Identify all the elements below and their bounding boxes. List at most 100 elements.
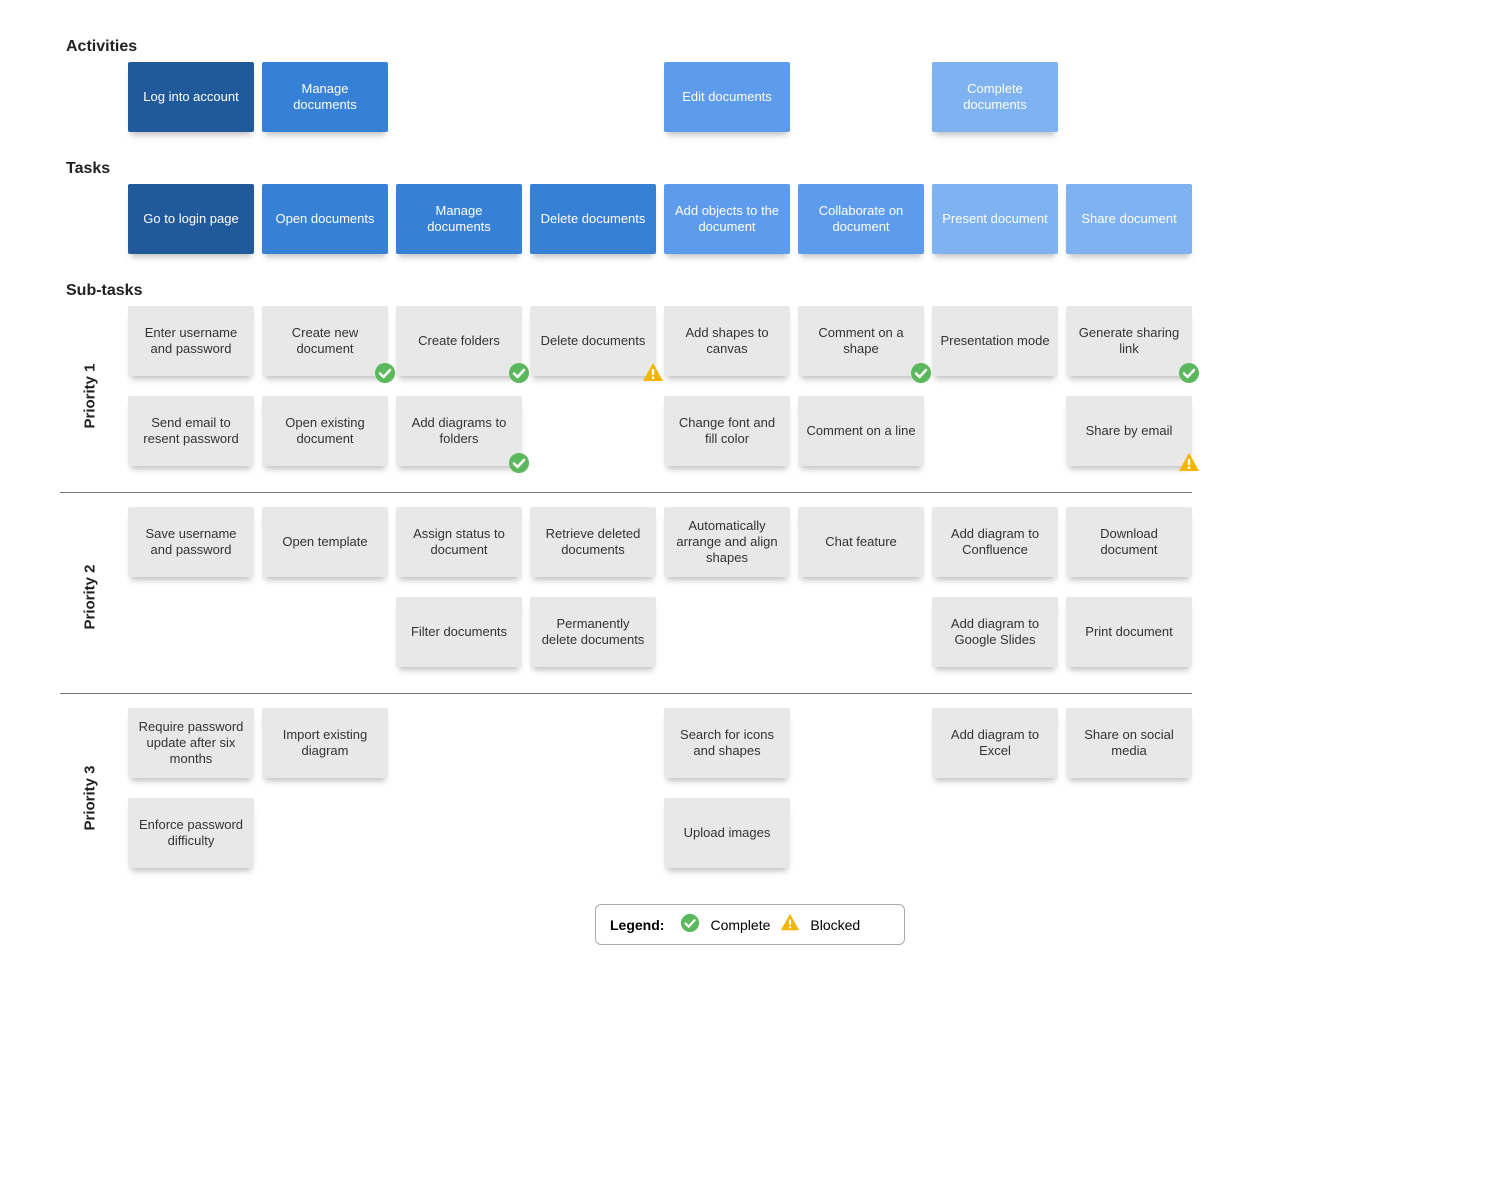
task-card-label: Present document	[942, 211, 1048, 227]
subtask-card-label: Create folders	[418, 333, 500, 349]
activity-card[interactable]: Log into account	[128, 62, 254, 132]
check-icon	[374, 362, 396, 384]
subtask-card[interactable]: Enter username and password	[128, 306, 254, 376]
activity-card	[396, 62, 522, 132]
subtask-card-label: Comment on a line	[806, 423, 915, 439]
subtask-card[interactable]: Open template	[262, 507, 388, 577]
check-icon	[508, 362, 530, 384]
subtask-card-label: Automatically arrange and align shapes	[672, 518, 782, 567]
subtask-card	[128, 597, 254, 667]
subtask-card	[1066, 798, 1192, 868]
subtask-card[interactable]: Add shapes to canvas	[664, 306, 790, 376]
check-icon	[680, 913, 700, 936]
subtask-card-label: Share by email	[1086, 423, 1173, 439]
task-card[interactable]: Share document	[1066, 184, 1192, 254]
priority2-label: Priority 2	[82, 564, 99, 629]
subtask-card-label: Require password update after six months	[136, 719, 246, 768]
subtask-card[interactable]: Share by email	[1066, 396, 1192, 466]
legend-box: Legend: Complete Blocked	[595, 904, 905, 945]
activity-card[interactable]: Complete documents	[932, 62, 1058, 132]
subtask-card[interactable]: Filter documents	[396, 597, 522, 667]
priority-divider-1	[60, 492, 1192, 493]
subtask-card[interactable]: Comment on a line	[798, 396, 924, 466]
subtask-card[interactable]: Create new document	[262, 306, 388, 376]
subtask-card-label: Save username and password	[136, 526, 246, 559]
subtask-card-label: Upload images	[684, 825, 771, 841]
subtask-card-label: Download document	[1074, 526, 1184, 559]
priority1-label: Priority 1	[82, 363, 99, 428]
tasks-row-spacer	[60, 184, 120, 274]
task-card[interactable]: Present document	[932, 184, 1058, 254]
activities-row-spacer	[60, 62, 120, 152]
subtask-card	[932, 798, 1058, 868]
task-card[interactable]: Open documents	[262, 184, 388, 254]
check-icon	[910, 362, 932, 384]
subtask-card[interactable]: Retrieve deleted documents	[530, 507, 656, 577]
subtask-card-label: Import existing diagram	[270, 727, 380, 760]
warning-icon	[1178, 452, 1200, 474]
subtask-card[interactable]: Comment on a shape	[798, 306, 924, 376]
subtask-card[interactable]: Save username and password	[128, 507, 254, 577]
subtask-card[interactable]: Enforce password difficulty	[128, 798, 254, 868]
subtask-card[interactable]: Chat feature	[798, 507, 924, 577]
subtask-card[interactable]: Add diagram to Confluence	[932, 507, 1058, 577]
subtask-card	[262, 798, 388, 868]
activity-card-label: Log into account	[143, 89, 238, 105]
task-card-label: Share document	[1081, 211, 1176, 227]
subtask-card	[396, 798, 522, 868]
subtask-card[interactable]: Share on social media	[1066, 708, 1192, 778]
subtask-card-label: Assign status to document	[404, 526, 514, 559]
subtask-card[interactable]: Permanently delete documents	[530, 597, 656, 667]
subtask-card[interactable]: Search for icons and shapes	[664, 708, 790, 778]
subtask-card-label: Add shapes to canvas	[672, 325, 782, 358]
activity-card[interactable]: Edit documents	[664, 62, 790, 132]
subtask-card[interactable]: Print document	[1066, 597, 1192, 667]
subtask-card-label: Filter documents	[411, 624, 507, 640]
subtask-card[interactable]: Presentation mode	[932, 306, 1058, 376]
subtask-card[interactable]: Automatically arrange and align shapes	[664, 507, 790, 577]
task-card-label: Add objects to the document	[672, 203, 782, 236]
story-map-grid: Activities Log into accountManage docume…	[60, 30, 1440, 888]
subtask-card-label: Permanently delete documents	[538, 616, 648, 649]
task-card[interactable]: Delete documents	[530, 184, 656, 254]
subtask-card[interactable]: Open existing document	[262, 396, 388, 466]
subtask-card[interactable]: Add diagrams to folders	[396, 396, 522, 466]
activity-card	[798, 62, 924, 132]
subtask-card[interactable]: Add diagram to Google Slides	[932, 597, 1058, 667]
subtask-card-label: Retrieve deleted documents	[538, 526, 648, 559]
task-card-label: Manage documents	[404, 203, 514, 236]
subtask-card	[530, 396, 656, 466]
subtask-card-label: Add diagram to Google Slides	[940, 616, 1050, 649]
tasks-heading: Tasks	[66, 160, 1192, 178]
activity-card	[530, 62, 656, 132]
subtask-card[interactable]: Upload images	[664, 798, 790, 868]
subtask-card	[798, 597, 924, 667]
activity-card[interactable]: Manage documents	[262, 62, 388, 132]
subtask-card[interactable]: Assign status to document	[396, 507, 522, 577]
legend-complete-label: Complete	[710, 917, 770, 933]
subtask-card-label: Create new document	[270, 325, 380, 358]
task-card[interactable]: Add objects to the document	[664, 184, 790, 254]
subtask-card-label: Comment on a shape	[806, 325, 916, 358]
task-card[interactable]: Manage documents	[396, 184, 522, 254]
subtask-card[interactable]: Generate sharing link	[1066, 306, 1192, 376]
subtasks-heading-row: Sub-tasks	[60, 274, 1192, 306]
subtask-card[interactable]: Import existing diagram	[262, 708, 388, 778]
subtask-card[interactable]: Require password update after six months	[128, 708, 254, 778]
subtask-card-label: Chat feature	[825, 534, 897, 550]
subtask-card[interactable]: Download document	[1066, 507, 1192, 577]
task-card[interactable]: Collaborate on document	[798, 184, 924, 254]
subtask-card[interactable]: Add diagram to Excel	[932, 708, 1058, 778]
subtask-card	[664, 597, 790, 667]
subtask-card[interactable]: Send email to resent password	[128, 396, 254, 466]
task-card[interactable]: Go to login page	[128, 184, 254, 254]
legend-blocked-label: Blocked	[810, 917, 860, 933]
subtask-card[interactable]: Change font and fill color	[664, 396, 790, 466]
subtask-card-label: Print document	[1085, 624, 1172, 640]
subtask-card	[798, 798, 924, 868]
subtask-card[interactable]: Delete documents	[530, 306, 656, 376]
subtask-card-label: Enter username and password	[136, 325, 246, 358]
subtask-card[interactable]: Create folders	[396, 306, 522, 376]
subtask-card-label: Send email to resent password	[136, 415, 246, 448]
task-card-label: Delete documents	[541, 211, 646, 227]
